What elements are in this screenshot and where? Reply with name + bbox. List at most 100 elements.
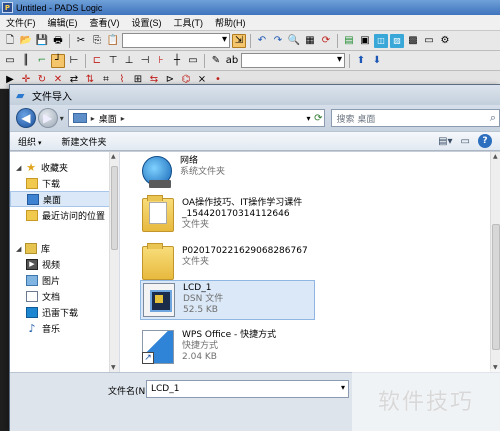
pictures-icon xyxy=(26,274,38,286)
desktop-icon xyxy=(27,193,39,205)
scroll-up-icon[interactable]: ▲ xyxy=(493,153,498,160)
pin-icon[interactable]: ⊢ xyxy=(67,54,81,68)
address-dropdown-icon[interactable]: ▾ xyxy=(306,114,310,123)
nav-item-thunder-downloads[interactable]: 迅雷下载 xyxy=(10,304,119,320)
layer-combo[interactable] xyxy=(122,33,230,48)
nav-item-videos[interactable]: ▶ 视频 xyxy=(10,256,119,272)
netlist-icon[interactable]: ◫ xyxy=(374,33,388,48)
open-icon[interactable]: 📂 xyxy=(19,34,33,48)
chevron-down-icon[interactable]: ▾ xyxy=(341,383,345,392)
menu-file[interactable]: 文件(F) xyxy=(0,16,42,29)
library-icon[interactable]: ▤ xyxy=(342,34,356,48)
net-label-icon[interactable]: ⊣ xyxy=(138,54,152,68)
forward-button[interactable]: ▶ xyxy=(37,108,58,128)
nav-item-desktop[interactable]: 桌面 xyxy=(10,191,119,207)
scroll-down-icon[interactable]: ▼ xyxy=(111,364,116,371)
arrow-down-icon[interactable]: ⬇ xyxy=(370,54,384,68)
nav-group-libraries[interactable]: ◢ 库 xyxy=(10,241,119,256)
file-list-scrollbar[interactable]: ▲ ▼ xyxy=(490,152,500,372)
file-item-oa-folder[interactable]: OA操作技巧、IT操作学习课件 _154420170314112646 文件夹 xyxy=(140,195,315,234)
menu-view[interactable]: 查看(V) xyxy=(84,16,126,29)
thunder-download-icon xyxy=(26,306,38,318)
music-icon: ♪ xyxy=(28,321,36,335)
pcb-link-icon[interactable]: ▨ xyxy=(390,33,404,48)
cut-icon[interactable]: ✂ xyxy=(74,34,88,48)
print-icon[interactable]: 🖶 xyxy=(51,34,65,48)
background-strip xyxy=(0,89,9,431)
bus-icon[interactable]: ║ xyxy=(19,54,33,68)
file-item-p0201-folder[interactable]: P020170221629068286767 文件夹 xyxy=(140,243,315,282)
address-separator-trailing[interactable]: ▸ xyxy=(121,114,125,123)
options-icon[interactable]: ⚙ xyxy=(438,34,452,48)
search-input[interactable]: 搜索 桌面 ⌕ xyxy=(331,109,500,127)
address-location[interactable]: 桌面 xyxy=(99,112,117,125)
toolbar-separator xyxy=(337,33,338,48)
add-connection-icon[interactable]: ┘ xyxy=(51,53,65,68)
redo-icon[interactable]: ↷ xyxy=(271,34,285,48)
grid-icon[interactable]: ▩ xyxy=(406,34,420,48)
menu-tools[interactable]: 工具(T) xyxy=(168,16,210,29)
junction-icon[interactable]: ⊦ xyxy=(154,54,168,68)
nav-item-pictures[interactable]: 图片 xyxy=(10,272,119,288)
desktop-location-icon xyxy=(72,113,87,123)
history-dropdown-icon[interactable]: ▾ xyxy=(60,114,64,123)
refresh-icon[interactable]: ⟳ xyxy=(314,113,322,124)
nav-item-label: 视频 xyxy=(42,260,61,271)
chevron-down-icon: ▾ xyxy=(38,138,42,147)
menu-edit[interactable]: 编辑(E) xyxy=(42,16,84,29)
paste-icon[interactable]: 📋 xyxy=(106,34,120,48)
back-button[interactable]: ◀ xyxy=(16,108,36,128)
new-folder-button[interactable]: 新建文件夹 xyxy=(62,135,107,148)
dsn-file-icon xyxy=(143,283,175,317)
nav-item-recent-places[interactable]: 最近访问的位置 xyxy=(10,207,119,223)
arrow-up-icon[interactable]: ⬆ xyxy=(354,54,368,68)
preview-pane-icon[interactable]: ▭ xyxy=(461,136,470,147)
wps-shortcut-icon: ↗ xyxy=(142,330,174,364)
file-item-wps-shortcut[interactable]: ↗ WPS Office - 快捷方式 快捷方式 2.04 KB xyxy=(140,328,315,366)
address-separator[interactable]: ▸ xyxy=(91,114,95,123)
report-icon[interactable]: ▣ xyxy=(358,34,372,48)
wire-icon[interactable]: ⌐ xyxy=(35,54,49,68)
filename-input[interactable]: LCD_1 ▾ xyxy=(146,380,349,398)
pads-logo-icon: P xyxy=(2,2,13,13)
file-scroll-thumb[interactable] xyxy=(492,224,500,350)
nav-scroll-thumb[interactable] xyxy=(111,166,118,250)
file-item-network[interactable]: 网络 系统文件夹 xyxy=(140,154,315,188)
file-name: OA操作技巧、IT操作学习课件 xyxy=(182,198,303,208)
save-icon[interactable]: 💾 xyxy=(35,34,49,48)
new-icon[interactable]: 🗋 xyxy=(3,34,17,48)
tee-icon[interactable]: ┼ xyxy=(170,54,184,68)
nav-scrollbar[interactable]: ▲ ▼ xyxy=(109,152,119,372)
text-icon[interactable]: ab xyxy=(225,54,239,68)
file-meta: P020170221629068286767 文件夹 xyxy=(182,246,308,268)
ground-icon[interactable]: ⊥ xyxy=(122,54,136,68)
nav-item-downloads[interactable]: 下载 xyxy=(10,175,119,191)
add-component-icon[interactable]: ▭ xyxy=(3,54,17,68)
copy-icon[interactable]: ⎘ xyxy=(90,34,104,48)
undo-icon[interactable]: ↶ xyxy=(255,34,269,48)
search-icon[interactable]: ⌕ xyxy=(490,111,496,125)
help-icon[interactable]: ? xyxy=(478,134,492,148)
menu-help[interactable]: 帮助(H) xyxy=(209,16,252,29)
off-page-icon[interactable]: ⊏ xyxy=(90,54,104,68)
properties-icon[interactable]: ▦ xyxy=(303,34,317,48)
file-item-lcd1[interactable]: LCD_1 DSN 文件 52.5 KB xyxy=(140,280,315,320)
organize-button[interactable]: 组织 ▾ xyxy=(18,135,42,148)
draw-icon[interactable]: ✎ xyxy=(209,54,223,68)
power-icon[interactable]: ⊤ xyxy=(106,54,120,68)
menu-settings[interactable]: 设置(S) xyxy=(126,16,168,29)
address-bar[interactable]: ▸ 桌面 ▸ ▾ ⟳ xyxy=(67,109,326,127)
scroll-up-icon[interactable]: ▲ xyxy=(111,153,116,160)
text-box-icon[interactable]: ▭ xyxy=(186,54,200,68)
select-mode-icon[interactable]: ⇲ xyxy=(232,33,246,48)
view-options-icon[interactable]: ▤▾ xyxy=(438,136,452,147)
zoom-icon[interactable]: 🔍 xyxy=(287,34,301,48)
nav-item-music[interactable]: ♪ 音乐 xyxy=(10,320,119,336)
download-folder-icon xyxy=(26,177,38,189)
refresh-icon[interactable]: ⟳ xyxy=(319,34,333,48)
window-icon[interactable]: ▭ xyxy=(422,34,436,48)
sheet-combo[interactable] xyxy=(241,53,345,68)
nav-group-favorites[interactable]: ◢ ★ 收藏夹 xyxy=(10,160,119,175)
dialog-title-bar: ▰ 文件导入 xyxy=(10,85,500,105)
nav-item-documents[interactable]: 文档 xyxy=(10,288,119,304)
